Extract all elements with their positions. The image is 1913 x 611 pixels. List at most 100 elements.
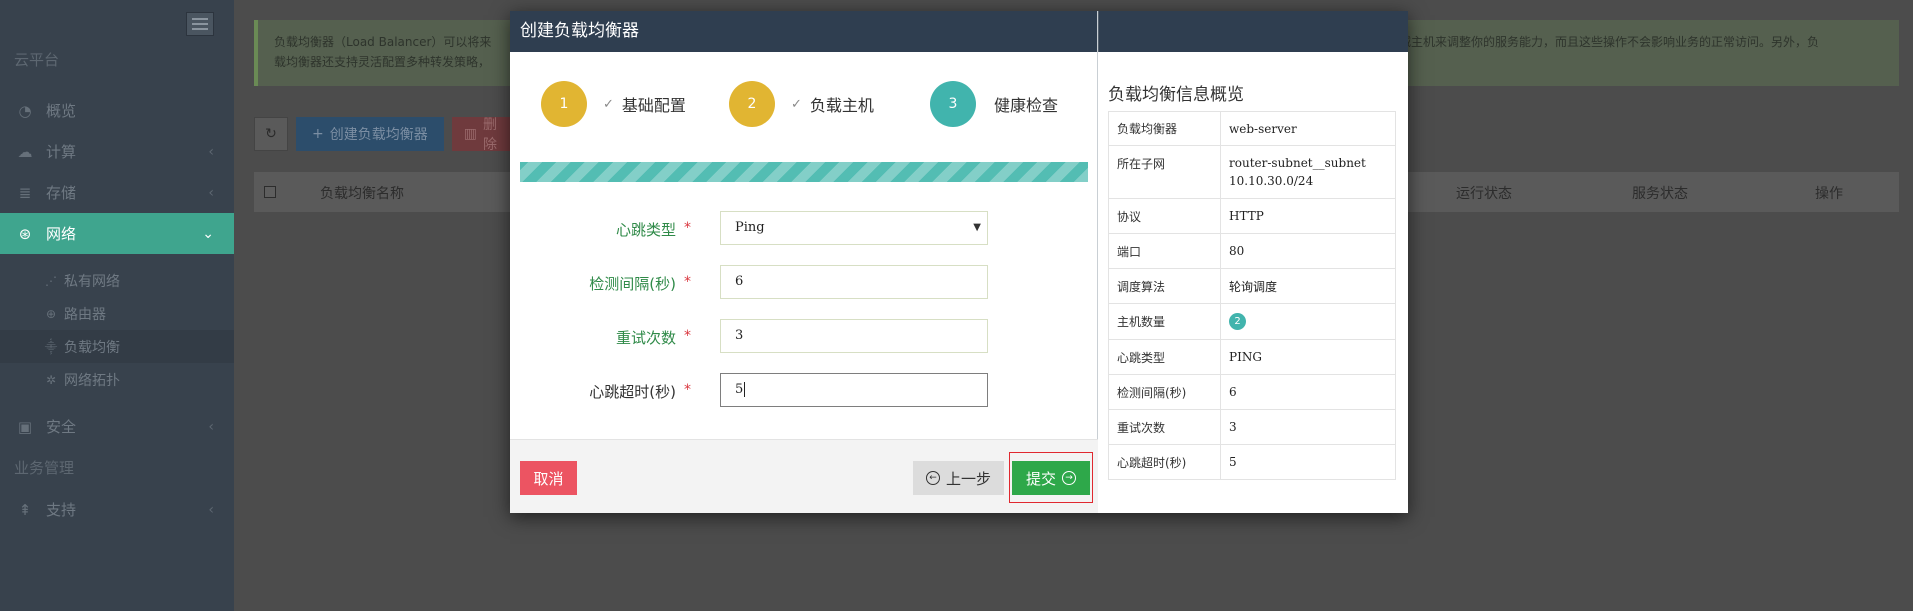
submit-button[interactable]: 提交 →: [1012, 461, 1090, 495]
summary-table: 负载均衡器 web-server 所在子网 router-subnet__sub…: [1108, 111, 1396, 480]
step-number: 2: [729, 81, 775, 127]
platform-label: 云平台: [14, 51, 60, 69]
sidebar-subitem-router[interactable]: ⊕ 路由器: [0, 297, 234, 330]
heartbeat-type-row: 心跳类型 * Ping ▼: [510, 211, 1098, 247]
heartbeat-type-value: Ping: [735, 220, 765, 235]
summary-value: HTTP: [1220, 198, 1396, 234]
modal-title: 创建负载均衡器: [510, 11, 1097, 52]
router-icon: ⊕: [45, 306, 57, 321]
summary-value: 轮询调度: [1220, 268, 1396, 304]
column-name: 负载均衡名称: [320, 186, 404, 202]
sidebar: 云平台 ◔ 概览 ☁ 计算 ‹ ≣ 存储 ‹ ⊛ 网络 ⌄ ⋰ 私有网络 ⊕ 路…: [0, 0, 234, 611]
sidebar-item-compute[interactable]: ☁ 计算 ‹: [0, 131, 234, 172]
required-mark: *: [684, 328, 691, 344]
summary-header-bar: [1098, 11, 1408, 52]
subnet-name: router-subnet__subnet: [1229, 156, 1366, 170]
timeout-row: 心跳超时(秒) * 5: [510, 373, 1098, 409]
sidebar-item-overview[interactable]: ◔ 概览: [0, 90, 234, 131]
summary-row: 检测间隔(秒) 6: [1108, 374, 1396, 410]
summary-key: 检测间隔(秒): [1108, 374, 1221, 410]
network-icon: ⊛: [18, 224, 32, 243]
check-icon: ✓: [791, 96, 802, 112]
required-mark: *: [684, 274, 691, 290]
summary-value: PING: [1220, 339, 1396, 375]
summary-row: 心跳类型 PING: [1108, 339, 1396, 375]
menu-toggle-icon[interactable]: [186, 12, 214, 36]
summary-key: 端口: [1108, 233, 1221, 269]
host-count-badge: 2: [1229, 313, 1246, 330]
arrow-right-circle-icon: →: [1062, 471, 1076, 485]
sidebar-item-support[interactable]: ⇞ 支持 ‹: [0, 489, 234, 530]
retry-count-input[interactable]: 3: [720, 319, 988, 353]
column-run-state: 运行状态: [1456, 186, 1512, 202]
sidebar-item-label: 计算: [46, 143, 77, 161]
step-hosts[interactable]: 2 ✓ 负载主机: [729, 81, 874, 127]
summary-row: 重试次数 3: [1108, 409, 1396, 445]
step-basic-config[interactable]: 1 ✓ 基础配置: [541, 81, 686, 127]
summary-value: 5: [1220, 444, 1396, 480]
timeout-label: 心跳超时(秒): [589, 383, 676, 401]
create-lb-modal: 创建负载均衡器 1 ✓ 基础配置 2 ✓ 负载主机 3 健康检查 心跳类型 * …: [510, 11, 1408, 513]
topology-icon: ✲: [45, 372, 57, 387]
summary-row: 端口 80: [1108, 233, 1396, 269]
arrow-left-circle-icon: ←: [925, 471, 940, 485]
caret-down-icon: ▼: [973, 222, 981, 233]
create-lb-button[interactable]: + 创建负载均衡器: [296, 117, 444, 151]
summary-value: 2: [1220, 303, 1396, 340]
check-interval-input[interactable]: 6: [720, 265, 988, 299]
create-lb-label: 创建负载均衡器: [329, 127, 428, 143]
sidebar-item-security[interactable]: ▣ 安全 ‹: [0, 406, 234, 447]
business-management-label: 业务管理: [14, 459, 75, 477]
cloud-icon: ☁: [17, 142, 33, 161]
wizard-steps: 1 ✓ 基础配置 2 ✓ 负载主机 3 健康检查: [510, 52, 1097, 156]
delete-button[interactable]: ▥ 删除: [451, 117, 512, 153]
summary-key: 协议: [1108, 198, 1221, 234]
cancel-button[interactable]: 取消: [520, 461, 577, 495]
retry-count-row: 重试次数 * 3: [510, 319, 1098, 355]
select-all-checkbox[interactable]: [264, 186, 276, 198]
summary-row: 所在子网 router-subnet__subnet 10.10.30.0/24: [1108, 145, 1396, 199]
briefcase-icon: ▣: [17, 417, 33, 436]
step-label: 健康检查: [994, 96, 1059, 115]
summary-value: 80: [1220, 233, 1396, 269]
sidebar-item-storage[interactable]: ≣ 存储 ‹: [0, 172, 234, 213]
database-icon: ≣: [18, 183, 32, 202]
chevron-left-icon: ‹: [208, 184, 214, 201]
step-number: 3: [930, 81, 976, 127]
step-label: 基础配置: [621, 96, 686, 115]
prev-step-button[interactable]: ← 上一步: [913, 461, 1004, 495]
wizard-progress-bar: [520, 162, 1088, 182]
sidebar-item-label: 存储: [46, 184, 77, 202]
sidebar-subitem-load-balancer[interactable]: ⸎ 负载均衡: [0, 330, 234, 363]
sitemap-icon: ⸎: [44, 340, 58, 354]
modal-form-pane: 创建负载均衡器 1 ✓ 基础配置 2 ✓ 负载主机 3 健康检查 心跳类型 * …: [510, 11, 1098, 513]
check-interval-row: 检测间隔(秒) * 6: [510, 265, 1098, 301]
chevron-left-icon: ‹: [208, 418, 214, 435]
sidebar-subitem-private-network[interactable]: ⋰ 私有网络: [0, 264, 234, 297]
sidebar-subitem-label: 网络拓扑: [64, 372, 120, 389]
dashboard-icon: ◔: [18, 101, 32, 120]
sidebar-subitem-topology[interactable]: ✲ 网络拓扑: [0, 363, 234, 396]
sidebar-item-label: 概览: [46, 102, 77, 120]
summary-row: 主机数量 2: [1108, 303, 1396, 340]
step-health-check[interactable]: 3 健康检查: [930, 81, 1058, 127]
step-label: 负载主机: [809, 96, 874, 115]
summary-key: 主机数量: [1108, 303, 1221, 340]
refresh-icon: ↻: [265, 126, 277, 142]
summary-value: router-subnet__subnet 10.10.30.0/24: [1220, 145, 1396, 199]
chevron-left-icon: ‹: [208, 143, 214, 160]
summary-key: 所在子网: [1108, 145, 1221, 199]
heartbeat-type-select[interactable]: Ping ▼: [720, 211, 988, 245]
sidebar-item-network[interactable]: ⊛ 网络 ⌄: [0, 213, 234, 254]
timeout-value: 5: [735, 382, 744, 397]
retry-count-label: 重试次数: [615, 329, 676, 347]
refresh-button[interactable]: ↻: [254, 117, 288, 151]
notice-line: 减主机来调整你的服务能力，而且这些操作不会影响业务的正常访问。另外，负: [1399, 35, 1820, 49]
sidebar-item-label: 支持: [46, 501, 77, 519]
step-number: 1: [541, 81, 587, 127]
sidebar-subitem-label: 私有网络: [64, 273, 120, 290]
timeout-input[interactable]: 5: [720, 373, 988, 407]
check-icon: ✓: [603, 96, 614, 112]
summary-key: 调度算法: [1108, 268, 1221, 304]
chevron-left-icon: ‹: [208, 501, 214, 518]
